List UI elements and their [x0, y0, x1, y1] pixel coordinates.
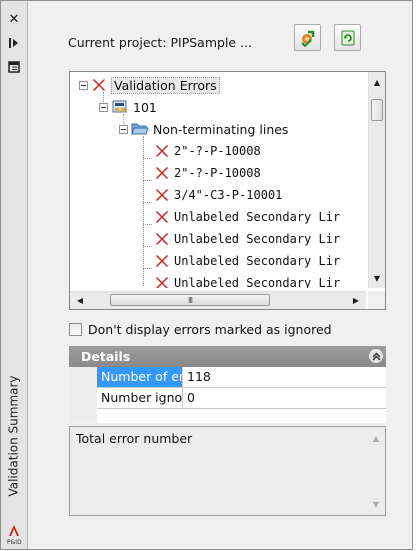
folder-open-icon	[131, 123, 149, 135]
close-icon[interactable]: ✕	[5, 11, 23, 27]
vertical-scroll-thumb[interactable]	[371, 99, 383, 121]
tree-node-non-terminating-lines[interactable]: Non-terminating lines	[119, 118, 288, 140]
current-project-label: Current project: PIPSample ...	[68, 35, 253, 50]
scroll-down-icon[interactable]: ▼	[369, 270, 385, 286]
validate-icon	[300, 30, 314, 47]
properties-menu-icon[interactable]	[5, 59, 23, 75]
tree-vertical-scrollbar[interactable]: ▲ ▼	[368, 72, 385, 288]
ignore-errors-checkbox[interactable]	[69, 322, 82, 336]
scroll-right-icon[interactable]: ▶	[348, 292, 364, 308]
property-name[interactable]: Number of er...	[97, 367, 183, 387]
property-value: 0	[187, 390, 195, 405]
scroll-up-icon[interactable]: ▲	[368, 430, 384, 446]
palette-title-strip: ✕ Validation Summary P&ID	[1, 1, 28, 549]
error-x-icon	[156, 145, 168, 157]
details-section-header[interactable]: Details	[69, 346, 386, 367]
error-x-icon	[156, 255, 168, 267]
horizontal-scroll-thumb[interactable]: III	[110, 294, 270, 306]
tree-error-item[interactable]: 2"-?-P-10008	[154, 162, 261, 184]
auto-hide-icon[interactable]	[5, 35, 23, 51]
property-value: 118	[187, 369, 211, 384]
property-description-box: Total error number ▲ ▼	[69, 426, 386, 516]
tree-error-item[interactable]: 3/4"-C3-P-10001	[154, 184, 282, 206]
tree-view: Validation Errors 101 Non-terminating li…	[70, 72, 366, 288]
tree-node-validation-errors[interactable]: Validation Errors	[79, 74, 220, 96]
tree-node-drawing[interactable]: 101	[99, 96, 157, 118]
tree-error-item[interactable]: Unlabeled Secondary Lir	[154, 228, 340, 250]
validation-tree[interactable]: Validation Errors 101 Non-terminating li…	[69, 71, 386, 310]
description-scrollbar[interactable]: ▲ ▼	[368, 428, 384, 514]
refresh-icon	[341, 30, 354, 45]
ignore-errors-option[interactable]: Don't display errors marked as ignored	[69, 320, 332, 338]
tree-error-item[interactable]: Unlabeled Secondary Lir	[154, 206, 340, 228]
error-x-icon	[156, 167, 168, 179]
collapse-up-icon[interactable]	[369, 349, 383, 363]
drawing-icon	[112, 100, 127, 113]
error-x-icon	[156, 189, 168, 201]
error-x-icon	[156, 211, 168, 223]
palette-content: Current project: PIPSample ... Validatio…	[28, 2, 411, 548]
palette-title: Validation Summary	[7, 375, 21, 497]
tree-error-item[interactable]: Unlabeled Secondary Lir	[154, 250, 340, 272]
error-x-icon	[93, 79, 105, 91]
tree-horizontal-scrollbar[interactable]: ◀ III ▶	[70, 291, 366, 309]
scroll-up-icon[interactable]: ▲	[369, 74, 385, 90]
collapse-toggle-icon[interactable]	[79, 80, 88, 90]
project-row: Current project: PIPSample ...	[28, 2, 411, 66]
property-description: Total error number	[76, 431, 193, 446]
property-row[interactable]: Number of er... 118	[97, 367, 386, 388]
refresh-button[interactable]	[334, 24, 361, 51]
scroll-down-icon[interactable]: ▼	[368, 496, 384, 512]
details-title: Details	[81, 349, 131, 364]
validate-project-button[interactable]	[294, 24, 321, 51]
details-property-grid: Number of er... 118 Number igno... 0	[69, 367, 386, 423]
pid-logo-icon: P&ID	[6, 524, 24, 546]
property-name[interactable]: Number igno...	[97, 388, 183, 408]
collapse-toggle-icon[interactable]	[119, 124, 128, 134]
validation-summary-palette: ✕ Validation Summary P&ID Current projec…	[0, 0, 413, 550]
property-row[interactable]: Number igno... 0	[97, 388, 386, 409]
tree-error-item[interactable]: 2"-?-P-10008	[154, 140, 261, 162]
scroll-corner	[368, 291, 385, 309]
error-x-icon	[156, 277, 168, 288]
tree-error-item[interactable]: Unlabeled Secondary Lir	[154, 272, 340, 288]
svg-text:P&ID: P&ID	[7, 539, 22, 546]
scroll-left-icon[interactable]: ◀	[72, 292, 88, 308]
property-grid-gutter	[69, 367, 97, 423]
ignore-errors-label: Don't display errors marked as ignored	[88, 321, 332, 337]
collapse-toggle-icon[interactable]	[99, 102, 108, 112]
error-x-icon	[156, 233, 168, 245]
